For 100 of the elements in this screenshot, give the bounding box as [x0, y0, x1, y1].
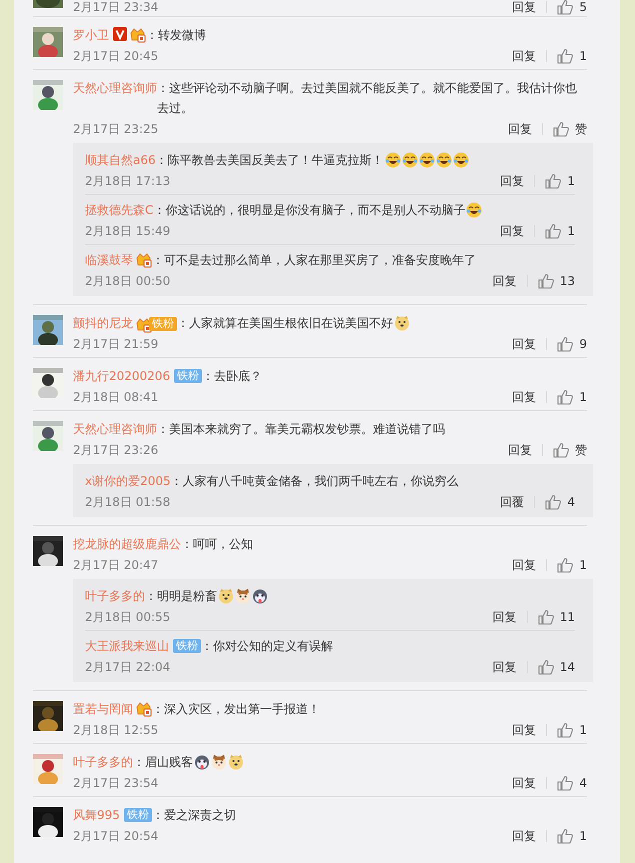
like-button[interactable]: 1: [557, 722, 587, 738]
comment-text: ：眉山贱客: [133, 754, 193, 771]
verified-icon: [113, 27, 127, 41]
thumbs-up-icon: [557, 0, 573, 15]
comment-text: ：转发微博: [146, 27, 206, 44]
dog-face-icon: [218, 588, 234, 604]
dog-face-icon: [394, 315, 410, 331]
like-button[interactable]: 1: [557, 828, 587, 844]
like-button[interactable]: 13: [538, 273, 575, 289]
comment-time: 2月17日 20:47: [73, 556, 158, 574]
comment-time: 2月17日 20:54: [73, 828, 158, 844]
comment-time: 2月17日 23:25: [73, 120, 158, 138]
thumbs-up-icon: [557, 48, 573, 64]
like-button[interactable]: 9: [557, 336, 587, 352]
comment-text: ：呵呵，公知: [181, 536, 253, 553]
reply-link[interactable]: 回复: [508, 120, 532, 138]
like-button[interactable]: 1: [557, 389, 587, 405]
dog-face-icon: [228, 754, 244, 770]
comment-text: ：深入灾区，发出第一手报道！: [152, 701, 320, 718]
reply-link[interactable]: 回复: [512, 48, 536, 64]
crown-icon: [136, 701, 152, 717]
comment-text: ：爱之深责之切: [152, 807, 236, 824]
reply-link[interactable]: 回复: [500, 172, 524, 190]
comment-text: ：陈平教兽去美国反美去了！牛逼克拉斯！: [156, 152, 384, 169]
like-button[interactable]: 4: [545, 494, 575, 510]
comment-time: 2月17日 23:26: [73, 442, 158, 458]
thumbs-up-icon: [557, 336, 573, 352]
comment-text: ：明明是粉畜: [145, 588, 217, 605]
reply-link[interactable]: 回复: [508, 442, 532, 458]
comment-text: ：可不是去过那么简单，人家在那里买房了，准备安度晚年了: [152, 252, 476, 269]
thumbs-up-icon: [557, 722, 573, 738]
like-button[interactable]: 14: [538, 659, 575, 675]
thumbs-up-icon: [545, 173, 561, 189]
thumbs-up-icon: [545, 494, 561, 510]
reply-link[interactable]: 回复: [512, 722, 536, 738]
husky-face-icon: [252, 588, 268, 604]
laughing-face-icon: [418, 152, 435, 168]
crown-icon: [136, 252, 152, 268]
comment-time: 2月18日 01:58: [85, 494, 170, 510]
thumbs-up-icon: [538, 273, 554, 289]
like-button[interactable]: 赞: [553, 120, 587, 138]
like-button[interactable]: 1: [557, 557, 587, 573]
fan-badge: 铁粉: [174, 369, 202, 383]
comment-text: ：你这话说的，很明显是你没有脑子，而不是别人不动脑子: [153, 202, 466, 219]
comment-time: 2月18日 08:41: [73, 388, 158, 406]
reply-link[interactable]: 回复: [492, 272, 517, 290]
like-button[interactable]: 1: [557, 48, 587, 64]
reply-link[interactable]: 回复: [512, 0, 536, 16]
comment-time: 2月18日 15:49: [85, 222, 170, 240]
comment-time: 2月18日 00:50: [85, 272, 170, 290]
thumbs-up-icon: [545, 223, 561, 239]
like-button[interactable]: 赞: [553, 442, 587, 458]
comment-text: ：去卧底？: [202, 368, 262, 385]
thumbs-up-icon: [538, 609, 554, 625]
like-button[interactable]: 11: [538, 609, 575, 625]
reply-link[interactable]: 回复: [512, 388, 536, 406]
comment-time: 2月17日 23:54: [73, 774, 158, 792]
thumbs-up-icon: [557, 557, 573, 573]
thumbs-up-icon: [538, 659, 554, 675]
comment-time: 2月18日 17:13: [85, 172, 170, 190]
reply-link[interactable]: 回复: [512, 336, 536, 352]
comment-text: ：这些评论动不动脑子啊。去过美国就不能反美了。就不能爱国了。我估计你也去过。: [157, 80, 578, 117]
comment-time: 2月17日 21:59: [73, 336, 158, 352]
cat-face-icon: [235, 588, 251, 604]
comment-text: ：人家就算在美国生根依旧在说美国不好: [177, 315, 393, 332]
reply-link[interactable]: 回复: [512, 556, 536, 574]
comment-time: 2月17日 22:04: [85, 658, 170, 676]
comment-text: ：人家有八千吨黄金储备，我们两千吨左右，你说穷么: [170, 473, 459, 490]
like-button[interactable]: 1: [545, 223, 575, 239]
reply-link[interactable]: 回复: [500, 222, 524, 240]
fan-badge: 铁粉: [149, 317, 177, 331]
thumbs-up-icon: [557, 389, 573, 405]
thumbs-up-icon: [557, 775, 573, 791]
laughing-face-icon: [466, 202, 482, 218]
fan-badge: 铁粉: [173, 639, 201, 653]
thumbs-up-icon: [553, 121, 569, 137]
laughing-face-icon: [384, 152, 401, 168]
reply-link[interactable]: 回覆: [500, 494, 524, 510]
fan-badge: 铁粉: [124, 808, 152, 822]
laughing-face-icon: [402, 152, 418, 168]
cat-face-icon: [211, 754, 227, 770]
husky-face-icon: [194, 754, 210, 770]
laughing-face-icon: [452, 152, 469, 168]
comment-time: 2月17日 23:34: [73, 0, 158, 16]
laughing-face-icon: [436, 152, 452, 168]
like-button[interactable]: 4: [557, 775, 587, 791]
reply-link[interactable]: 回复: [492, 658, 517, 676]
comment-time: 2月17日 20:45: [73, 48, 158, 64]
comment-text: ：美国本来就穷了。靠美元霸权发钞票。难道说错了吗: [157, 421, 445, 438]
reply-link[interactable]: 回复: [512, 774, 536, 792]
reply-link[interactable]: 回复: [492, 608, 517, 626]
reply-link[interactable]: 回复: [512, 828, 536, 844]
crown-icon: [130, 27, 146, 43]
like-button[interactable]: 1: [545, 173, 575, 189]
like-button[interactable]: 5: [557, 0, 587, 15]
comment-time: 2月18日 12:55: [73, 722, 158, 738]
thumbs-up-icon: [557, 828, 573, 844]
thumbs-up-icon: [553, 442, 569, 458]
comment-text: ：你对公知的定义有误解: [201, 638, 333, 655]
comment-time: 2月18日 00:55: [85, 608, 170, 626]
